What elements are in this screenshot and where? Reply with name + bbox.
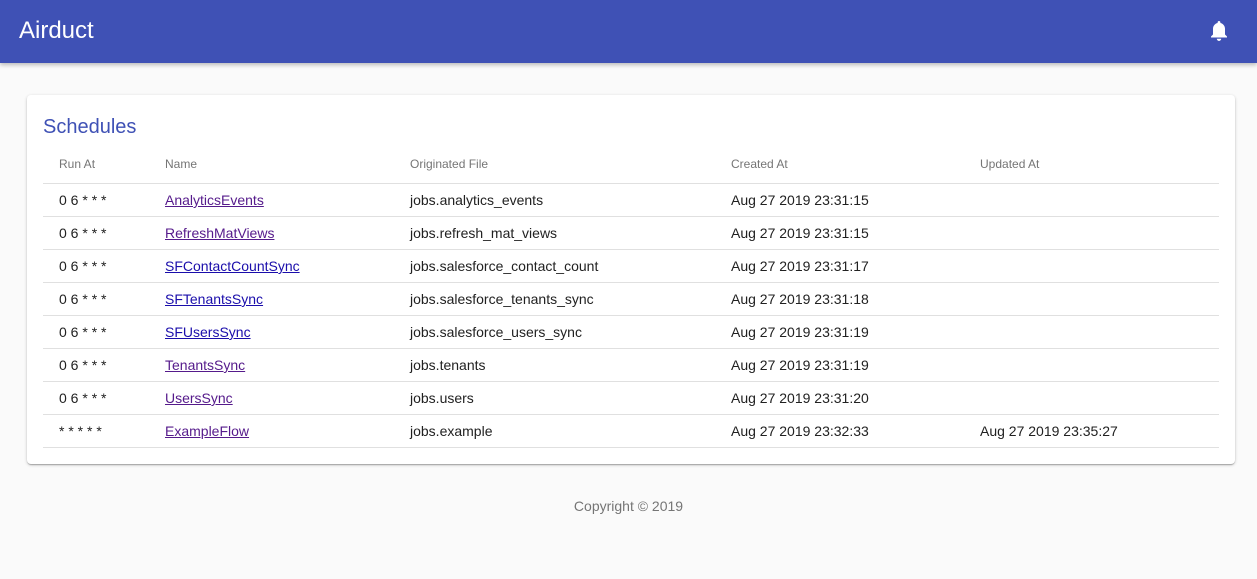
name-cell: ExampleFlow bbox=[165, 414, 410, 448]
job-link[interactable]: SFUsersSync bbox=[165, 324, 251, 340]
job-link[interactable]: RefreshMatViews bbox=[165, 225, 274, 241]
file-cell: jobs.tenants bbox=[410, 348, 731, 382]
created-at-cell: Aug 27 2019 23:31:17 bbox=[731, 249, 980, 283]
schedules-title: Schedules bbox=[43, 116, 137, 138]
name-cell: SFContactCountSync bbox=[165, 249, 410, 283]
created-at-cell: Aug 27 2019 23:32:33 bbox=[731, 414, 980, 448]
column-header-originated-file[interactable]: Originated File bbox=[410, 145, 731, 184]
name-cell: AnalyticsEvents bbox=[165, 183, 410, 217]
column-header-run-at[interactable]: Run At bbox=[43, 145, 165, 184]
table-row: 0 6 * * * RefreshMatViews jobs.refresh_m… bbox=[43, 216, 1219, 250]
job-link[interactable]: AnalyticsEvents bbox=[165, 192, 264, 208]
updated-at-cell: Aug 27 2019 23:35:27 bbox=[980, 414, 1219, 448]
name-cell: RefreshMatViews bbox=[165, 216, 410, 250]
created-at-cell: Aug 27 2019 23:31:20 bbox=[731, 381, 980, 415]
table-row: * * * * * ExampleFlow jobs.example Aug 2… bbox=[43, 414, 1219, 448]
created-at-cell: Aug 27 2019 23:31:19 bbox=[731, 315, 980, 349]
job-link[interactable]: UsersSync bbox=[165, 390, 233, 406]
updated-at-cell bbox=[980, 183, 1219, 217]
name-cell: UsersSync bbox=[165, 381, 410, 415]
file-cell: jobs.example bbox=[410, 414, 731, 448]
updated-at-cell bbox=[980, 381, 1219, 415]
column-header-name[interactable]: Name bbox=[165, 145, 410, 184]
file-cell: jobs.users bbox=[410, 381, 731, 415]
table-row: 0 6 * * * AnalyticsEvents jobs.analytics… bbox=[43, 183, 1219, 217]
schedules-card: Schedules Run At Name Originated File Cr… bbox=[27, 95, 1235, 464]
table-row: 0 6 * * * TenantsSync jobs.tenants Aug 2… bbox=[43, 348, 1219, 382]
file-cell: jobs.salesforce_tenants_sync bbox=[410, 282, 731, 316]
run-at-cell: 0 6 * * * bbox=[43, 249, 165, 283]
created-at-cell: Aug 27 2019 23:31:15 bbox=[731, 216, 980, 250]
job-link[interactable]: SFContactCountSync bbox=[165, 258, 300, 274]
updated-at-cell bbox=[980, 249, 1219, 283]
table-row: 0 6 * * * UsersSync jobs.users Aug 27 20… bbox=[43, 381, 1219, 415]
created-at-cell: Aug 27 2019 23:31:19 bbox=[731, 348, 980, 382]
schedules-table: Run At Name Originated File Created At U… bbox=[43, 145, 1219, 448]
file-cell: jobs.salesforce_contact_count bbox=[410, 249, 731, 283]
name-cell: SFTenantsSync bbox=[165, 282, 410, 316]
column-header-created-at[interactable]: Created At bbox=[731, 145, 980, 184]
run-at-cell: 0 6 * * * bbox=[43, 348, 165, 382]
bell-icon[interactable] bbox=[1208, 19, 1230, 43]
updated-at-cell bbox=[980, 348, 1219, 382]
column-header-updated-at[interactable]: Updated At bbox=[980, 145, 1219, 184]
updated-at-cell bbox=[980, 282, 1219, 316]
app-bar: Airduct bbox=[0, 0, 1257, 63]
run-at-cell: 0 6 * * * bbox=[43, 216, 165, 250]
run-at-cell: * * * * * bbox=[43, 414, 165, 448]
file-cell: jobs.refresh_mat_views bbox=[410, 216, 731, 250]
run-at-cell: 0 6 * * * bbox=[43, 381, 165, 415]
table-row: 0 6 * * * SFUsersSync jobs.salesforce_us… bbox=[43, 315, 1219, 349]
app-title: Airduct bbox=[19, 17, 94, 44]
name-cell: SFUsersSync bbox=[165, 315, 410, 349]
updated-at-cell bbox=[980, 315, 1219, 349]
footer-copyright: Copyright © 2019 bbox=[573, 498, 684, 514]
file-cell: jobs.analytics_events bbox=[410, 183, 731, 217]
run-at-cell: 0 6 * * * bbox=[43, 315, 165, 349]
table-header-row: Run At Name Originated File Created At U… bbox=[43, 145, 1219, 184]
updated-at-cell bbox=[980, 216, 1219, 250]
table-row: 0 6 * * * SFTenantsSync jobs.salesforce_… bbox=[43, 282, 1219, 316]
run-at-cell: 0 6 * * * bbox=[43, 183, 165, 217]
file-cell: jobs.salesforce_users_sync bbox=[410, 315, 731, 349]
created-at-cell: Aug 27 2019 23:31:18 bbox=[731, 282, 980, 316]
job-link[interactable]: SFTenantsSync bbox=[165, 291, 263, 307]
job-link[interactable]: ExampleFlow bbox=[165, 423, 249, 439]
name-cell: TenantsSync bbox=[165, 348, 410, 382]
job-link[interactable]: TenantsSync bbox=[165, 357, 245, 373]
run-at-cell: 0 6 * * * bbox=[43, 282, 165, 316]
created-at-cell: Aug 27 2019 23:31:15 bbox=[731, 183, 980, 217]
table-row: 0 6 * * * SFContactCountSync jobs.salesf… bbox=[43, 249, 1219, 283]
